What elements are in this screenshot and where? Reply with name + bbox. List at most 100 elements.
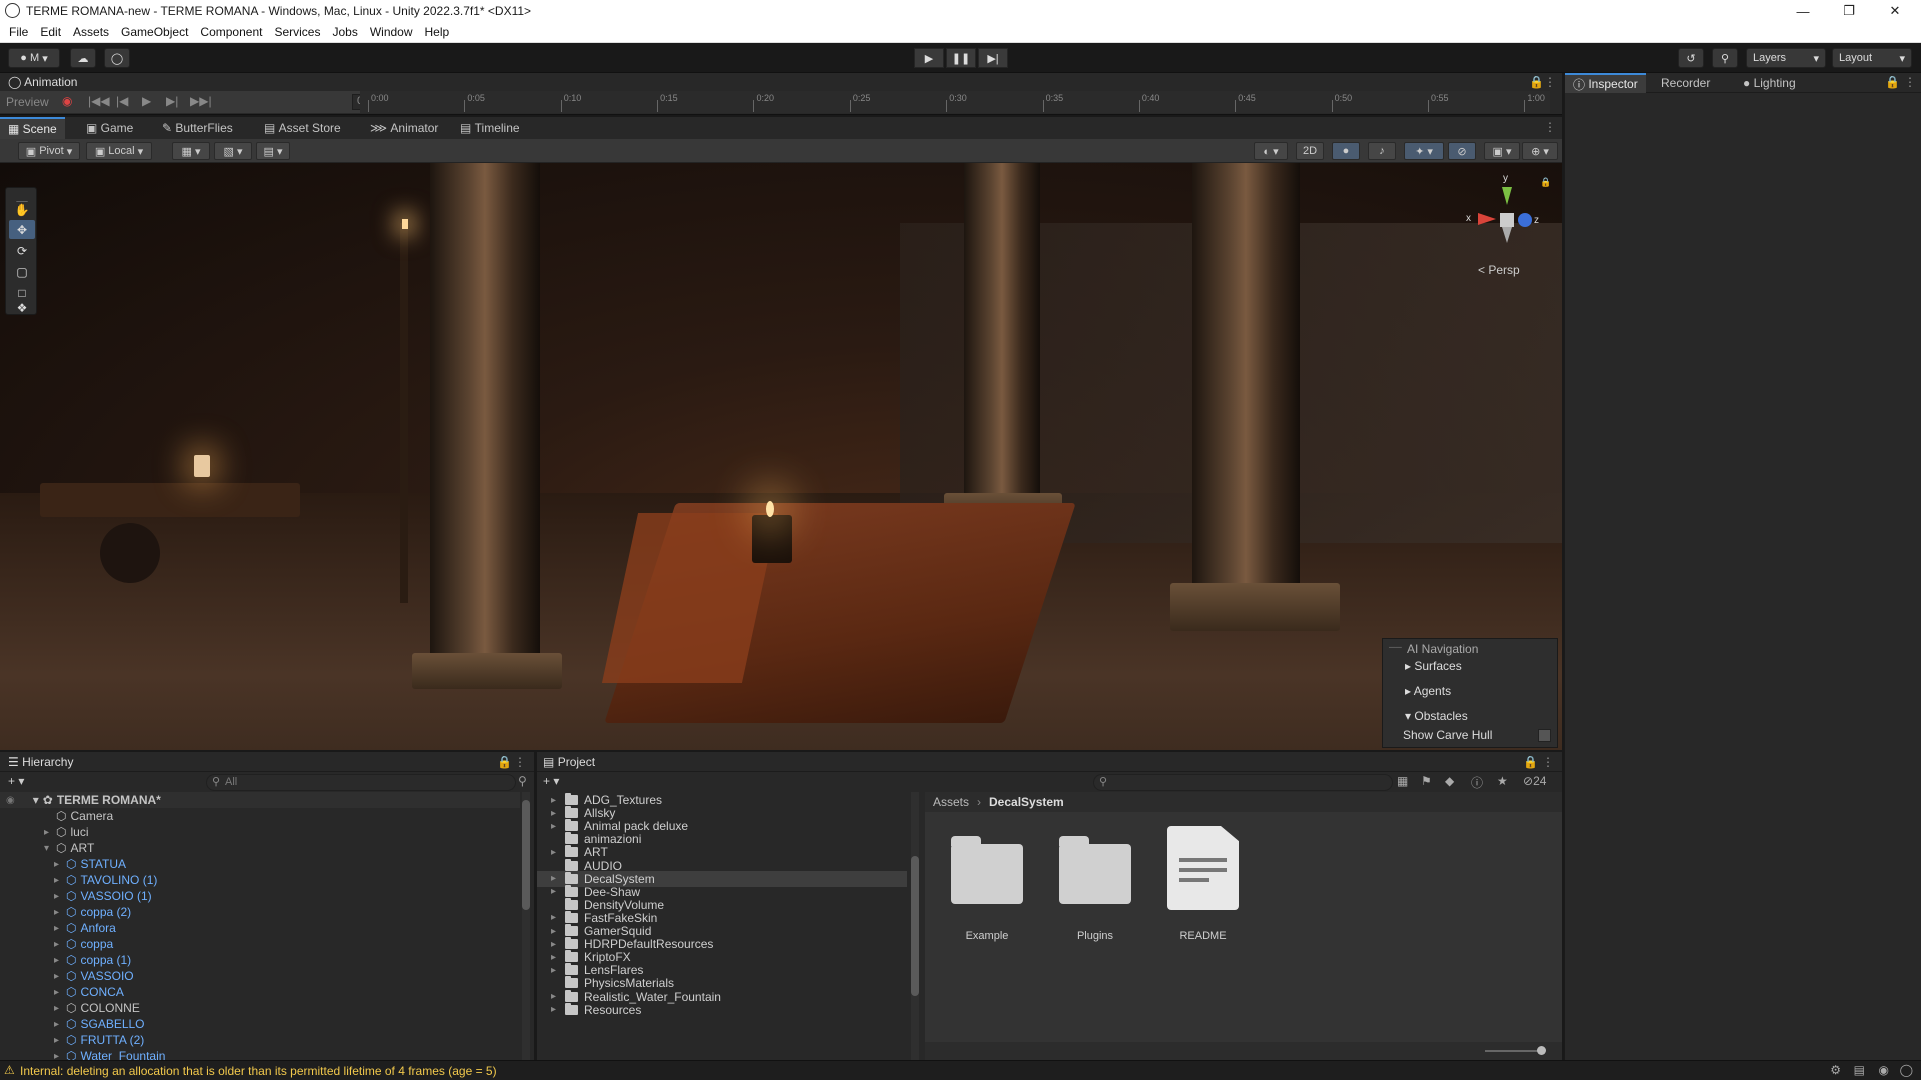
expand-arrow-icon[interactable]: ▸	[54, 891, 66, 902]
pause-button[interactable]: ❚❚	[946, 48, 976, 68]
project-tree-scrollbar[interactable]	[911, 792, 919, 1060]
history-icon[interactable]: ↺	[1678, 48, 1704, 68]
expand-arrow-icon[interactable]: ▸	[551, 873, 565, 884]
expand-arrow-icon[interactable]: ▸	[54, 955, 66, 966]
expand-arrow-icon[interactable]: ▸	[551, 965, 565, 976]
gizmo-x-cone[interactable]	[1478, 213, 1496, 225]
expand-arrow-icon[interactable]: ▸	[551, 926, 565, 937]
tab-timeline[interactable]: ▤ Timeline	[452, 117, 528, 139]
hierarchy-item[interactable]: ▸ ⬡ Anfora	[0, 920, 520, 936]
audio-toggle-icon[interactable]: ♪	[1368, 142, 1396, 160]
expand-arrow-icon[interactable]: ▸	[54, 939, 66, 950]
auto-generate-lighting-icon[interactable]: ▤	[1854, 1063, 1865, 1077]
expand-arrow-icon[interactable]: ▸	[551, 795, 565, 806]
expand-arrow-icon[interactable]: ▸	[551, 808, 565, 819]
project-folder-item[interactable]: ▸ Resources	[537, 1002, 907, 1018]
project-tree-scroll-thumb[interactable]	[911, 856, 919, 996]
hierarchy-item[interactable]: ▸ ⬡ coppa	[0, 936, 520, 952]
zoom-slider-thumb[interactable]	[1537, 1046, 1546, 1055]
asset-example-folder-icon[interactable]	[951, 836, 1023, 904]
scene-viewport[interactable]: y x z 🔒 < Persp	[0, 163, 1562, 750]
expand-arrow-icon[interactable]: ▸	[54, 1003, 66, 1014]
search-by-type-icon[interactable]: ▦	[1397, 774, 1408, 788]
tab-game[interactable]: ▣ Game	[78, 117, 141, 139]
transform-tool-icon[interactable]: ❖	[9, 298, 35, 317]
tag-icon[interactable]: ◆	[1445, 774, 1454, 788]
asset-readme-document-icon[interactable]	[1167, 826, 1239, 910]
lock-icon[interactable]: 🔒	[1529, 75, 1544, 89]
hierarchy-item[interactable]: ▸ ⬡ coppa (1)	[0, 952, 520, 968]
hierarchy-item[interactable]: ▸ ⬡ TAVOLINO (1)	[0, 872, 520, 888]
project-search[interactable]: ⚲	[1093, 774, 1393, 791]
tab-asset-store[interactable]: ▤ Asset Store	[256, 117, 349, 139]
gizmo-lock-icon[interactable]: 🔒	[1540, 177, 1551, 188]
scene-root[interactable]: ◉ ▾ ✿ TERME ROMANA*	[0, 792, 520, 808]
tab-butterflies[interactable]: ✎ ButterFlies	[154, 117, 241, 139]
expand-arrow-icon[interactable]: ▸	[54, 1035, 66, 1046]
favorite-icon[interactable]: ★	[1497, 774, 1508, 788]
hand-tool-icon[interactable]: ✋	[9, 200, 35, 219]
expand-arrow-icon[interactable]: ▸	[551, 991, 565, 1002]
menu-dots-icon[interactable]: ⋮	[514, 755, 526, 769]
hierarchy-scroll-thumb[interactable]	[522, 800, 530, 910]
animation-timeline[interactable]: 0:00 0:05 0:10 0:15 0:20 0:25 0:30 0:35 0:40 0:45…	[360, 91, 1550, 113]
hierarchy-search[interactable]: ⚲ All	[206, 774, 516, 791]
move-tool-icon[interactable]: ✥	[9, 220, 35, 239]
grid-snap-dropdown[interactable]: ▦ ▾	[172, 142, 210, 160]
lock-icon[interactable]: 🔒	[497, 755, 512, 769]
tab-animator[interactable]: ⋙ Animator	[362, 117, 446, 139]
hidden-packages-icon[interactable]: ⊘24	[1523, 774, 1546, 788]
menu-window[interactable]: Window	[370, 25, 413, 39]
menu-dots-icon[interactable]: ⋮	[1904, 75, 1916, 89]
asset-readme-label[interactable]: README	[1153, 930, 1253, 942]
hierarchy-scrollbar[interactable]	[522, 792, 530, 1060]
ruler-dropdown[interactable]: ▤ ▾	[256, 142, 290, 160]
expand-arrow-icon[interactable]: ▾	[44, 843, 56, 854]
tab-scene[interactable]: ▦ Scene	[0, 117, 65, 139]
layers-dropdown[interactable]: Layers ▾	[1746, 48, 1826, 68]
lock-icon[interactable]: 🔒	[1523, 755, 1538, 769]
shading-mode-dropdown[interactable]: ◐ ▾	[1254, 142, 1288, 160]
hierarchy-item[interactable]: ⬡ Camera	[0, 808, 520, 824]
console-message[interactable]: Internal: deleting an allocation that is…	[20, 1064, 497, 1078]
expand-arrow-icon[interactable]: ▸	[54, 907, 66, 918]
expand-arrow-icon[interactable]: ▸	[54, 859, 66, 870]
expand-arrow-icon[interactable]: ▸	[54, 987, 66, 998]
hidden-objects-icon[interactable]: ⊘	[1448, 142, 1476, 160]
search-icon[interactable]: ⚲	[1712, 48, 1738, 68]
prev-key-icon[interactable]: |◀	[116, 94, 128, 108]
collab-icon[interactable]: ◯	[104, 48, 130, 68]
progress-icon[interactable]: ◯	[1900, 1063, 1913, 1077]
lock-icon[interactable]: 🔒	[1885, 75, 1900, 89]
surfaces-foldout[interactable]: ▸ Surfaces	[1405, 659, 1462, 673]
menu-jobs[interactable]: Jobs	[332, 25, 357, 39]
chevron-down-icon[interactable]: ▾	[33, 793, 39, 807]
tab-inspector[interactable]: ⓘ Inspector	[1565, 73, 1646, 93]
menu-dots-icon[interactable]: ⋮	[1544, 120, 1556, 134]
expand-arrow-icon[interactable]: ▸	[551, 1004, 565, 1015]
gizmo-y-cone[interactable]	[1502, 187, 1512, 205]
local-dropdown[interactable]: ▣ Local ▾	[86, 142, 152, 160]
first-key-icon[interactable]: |◀◀	[88, 94, 110, 108]
minimize-button[interactable]: —	[1780, 0, 1826, 22]
scale-tool-icon[interactable]: ▢	[9, 262, 35, 281]
menu-dots-icon[interactable]: ⋮	[1544, 75, 1556, 89]
snap-increment-dropdown[interactable]: ▧ ▾	[214, 142, 252, 160]
drag-handle-icon[interactable]: ──	[1389, 642, 1402, 652]
asset-example-label[interactable]: Example	[937, 930, 1037, 942]
hierarchy-tab[interactable]: ☰ Hierarchy	[8, 755, 73, 769]
menu-gameobject[interactable]: GameObject	[121, 25, 188, 39]
gizmo-center[interactable]	[1500, 213, 1514, 227]
hierarchy-item[interactable]: ▸ ⬡ FRUTTA (2)	[0, 1032, 520, 1048]
hierarchy-item[interactable]: ▸ ⬡ STATUA	[0, 856, 520, 872]
menu-assets[interactable]: Assets	[73, 25, 109, 39]
layout-dropdown[interactable]: Layout ▾	[1832, 48, 1912, 68]
step-button[interactable]: ▶|	[978, 48, 1008, 68]
lighting-toggle-icon[interactable]: ●	[1332, 142, 1360, 160]
gizmos-dropdown[interactable]: ⊕ ▾	[1522, 142, 1558, 160]
debug-mode-icon[interactable]: ⚙	[1830, 1063, 1841, 1077]
asset-plugins-label[interactable]: Plugins	[1045, 930, 1145, 942]
menu-edit[interactable]: Edit	[40, 25, 61, 39]
animation-tab[interactable]: ◯ Animation	[8, 75, 77, 89]
orientation-gizmo[interactable]: y x z 🔒	[1464, 173, 1551, 247]
